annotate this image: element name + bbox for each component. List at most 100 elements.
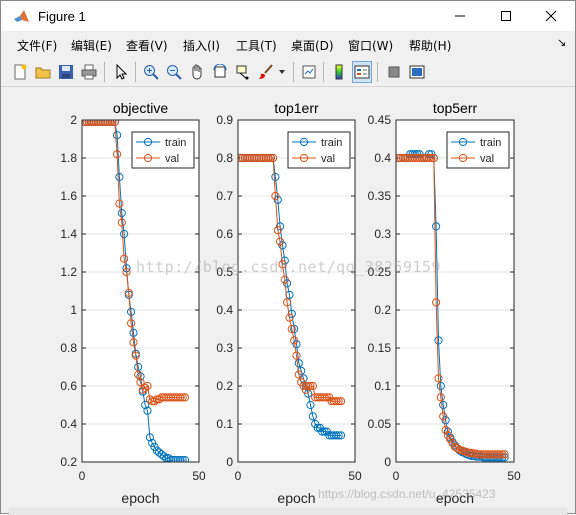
axes-background <box>238 120 355 462</box>
chart-objective: 0.2 0.4 0.6 0.8 1 1.2 1.4 1.6 1.8 2 0 50 objective ep… <box>60 100 206 506</box>
menu-edit[interactable]: 编辑(E) <box>71 37 112 54</box>
y-tick-label: 0.15 <box>368 341 392 355</box>
chart-title: objective <box>113 100 168 116</box>
x-tick-label: 50 <box>192 469 206 483</box>
y-tick-label: 0.35 <box>368 189 392 203</box>
y-tick-label: 1.8 <box>60 151 77 165</box>
y-tick-label: 0.4 <box>374 151 391 165</box>
y-tick-label: 0.05 <box>368 417 392 431</box>
close-icon <box>545 10 557 22</box>
y-tick-label: 0.8 <box>60 341 77 355</box>
toolbar-separator <box>135 62 136 82</box>
y-tick-label: 0.45 <box>368 113 392 127</box>
figure-toolbar <box>1 57 575 87</box>
x-tick-label: 50 <box>507 469 521 483</box>
figure-window: Figure 1 文件(F) 编辑(E) 查看(V) 插入(I) 工具(T) 桌… <box>0 0 576 515</box>
legend-label-train: train <box>321 137 342 149</box>
figure-canvas[interactable]: 0.2 0.4 0.6 0.8 1 1.2 1.4 1.6 1.8 2 0 50 objective ep… <box>9 89 567 507</box>
legend-label-train: train <box>480 137 501 149</box>
x-axis-label: epoch <box>121 490 159 506</box>
y-tick-label: 0.2 <box>60 455 77 469</box>
x-axis-label: epoch <box>436 490 474 506</box>
x-tick-label: 50 <box>348 469 362 483</box>
y-tick-label: 0.2 <box>216 379 233 393</box>
brush-icon[interactable] <box>256 61 276 83</box>
y-tick-label: 1 <box>70 303 77 317</box>
charts-svg: 0.2 0.4 0.6 0.8 1 1.2 1.4 1.6 1.8 2 0 50 objective ep… <box>60 100 521 506</box>
x-tick-label: 0 <box>235 469 242 483</box>
toolbar-separator <box>104 62 105 82</box>
y-tick-label: 0.25 <box>368 265 392 279</box>
y-tick-label: 0.2 <box>374 303 391 317</box>
minimize-button[interactable] <box>437 1 483 31</box>
toolbar-separator <box>377 62 378 82</box>
legend-label-val: val <box>480 153 494 165</box>
legend: train val <box>446 131 510 169</box>
menu-window[interactable]: 窗口(W) <box>348 37 393 54</box>
menu-help[interactable]: 帮助(H) <box>409 37 451 54</box>
y-tick-label: 2 <box>70 113 77 127</box>
y-tick-label: 0.4 <box>60 417 77 431</box>
legend-label-val: val <box>321 153 335 165</box>
menu-file[interactable]: 文件(F) <box>17 37 57 54</box>
maximize-button[interactable] <box>483 1 529 31</box>
y-tick-label: 0.6 <box>60 379 77 393</box>
y-tick-label: 1.2 <box>60 265 77 279</box>
hide-plot-tools-icon[interactable] <box>384 61 404 83</box>
y-tick-label: 0 <box>226 455 233 469</box>
axes-background <box>82 120 199 462</box>
y-tick-label: 0 <box>384 455 391 469</box>
menu-tools[interactable]: 工具(T) <box>236 37 277 54</box>
y-tick-label: 0.3 <box>216 341 233 355</box>
menu-bar: 文件(F) 编辑(E) 查看(V) 插入(I) 工具(T) 桌面(D) 窗口(W… <box>1 32 575 56</box>
legend: train val <box>287 131 351 169</box>
y-tick-label: 0.5 <box>216 265 233 279</box>
menu-desktop[interactable]: 桌面(D) <box>291 37 334 54</box>
menu-insert[interactable]: 插入(I) <box>183 37 220 54</box>
y-tick-label: 1.4 <box>60 227 77 241</box>
link-plot-icon[interactable] <box>299 61 319 83</box>
data-cursor-icon[interactable] <box>233 61 253 83</box>
chart-title: top1err <box>274 100 319 116</box>
matlab-logo-icon <box>14 10 29 22</box>
y-tick-label: 0.1 <box>216 417 233 431</box>
pan-hand-icon[interactable] <box>187 61 207 83</box>
minimize-icon <box>455 15 465 17</box>
chart-top5err: 0 0.05 0.1 0.15 0.2 0.25 0.3 0.35 0.4 0.45 0 50 top5… <box>368 100 521 506</box>
zoom-in-icon[interactable] <box>141 61 161 83</box>
y-tick-label: 1.6 <box>60 189 77 203</box>
y-tick-label: 0.4 <box>216 303 233 317</box>
y-tick-label: 0.6 <box>216 227 233 241</box>
insert-colorbar-icon[interactable] <box>329 61 349 83</box>
toolbar-separator <box>293 62 294 82</box>
close-button[interactable] <box>528 1 574 31</box>
x-tick-label: 0 <box>393 469 400 483</box>
y-tick-label: 0.1 <box>374 379 391 393</box>
y-tick-label: 0.9 <box>216 113 233 127</box>
print-icon[interactable] <box>79 61 99 83</box>
legend-label-val: val <box>165 153 179 165</box>
rotate-3d-icon[interactable] <box>210 61 230 83</box>
y-tick-label: 0.3 <box>374 227 391 241</box>
y-tick-label: 0.7 <box>216 189 233 203</box>
save-icon[interactable] <box>56 61 76 83</box>
show-plot-tools-icon[interactable] <box>407 61 427 83</box>
chart-top1err: 0 0.1 0.2 0.3 0.4 0.5 0.6 0.7 0.8 0.9 0 50 top1err ep… <box>216 100 362 506</box>
toolbar-separator <box>323 62 324 82</box>
menu-view[interactable]: 查看(V) <box>126 37 168 54</box>
dock-arrow-icon[interactable]: ↘ <box>557 36 566 49</box>
title-bar[interactable]: Figure 1 <box>1 1 575 31</box>
maximize-icon <box>501 11 511 21</box>
zoom-out-icon[interactable] <box>164 61 184 83</box>
insert-legend-icon[interactable] <box>352 61 372 83</box>
chart-title: top5err <box>433 100 478 116</box>
open-file-icon[interactable] <box>33 61 53 83</box>
legend: train val <box>131 131 195 169</box>
x-axis-label: epoch <box>277 490 315 506</box>
axes-background <box>396 120 514 462</box>
edit-plot-arrow-icon[interactable] <box>111 61 131 83</box>
y-tick-label: 0.8 <box>216 151 233 165</box>
brush-dropdown-icon[interactable] <box>277 61 287 83</box>
new-figure-icon[interactable] <box>10 61 30 83</box>
window-title: Figure 1 <box>38 9 86 24</box>
